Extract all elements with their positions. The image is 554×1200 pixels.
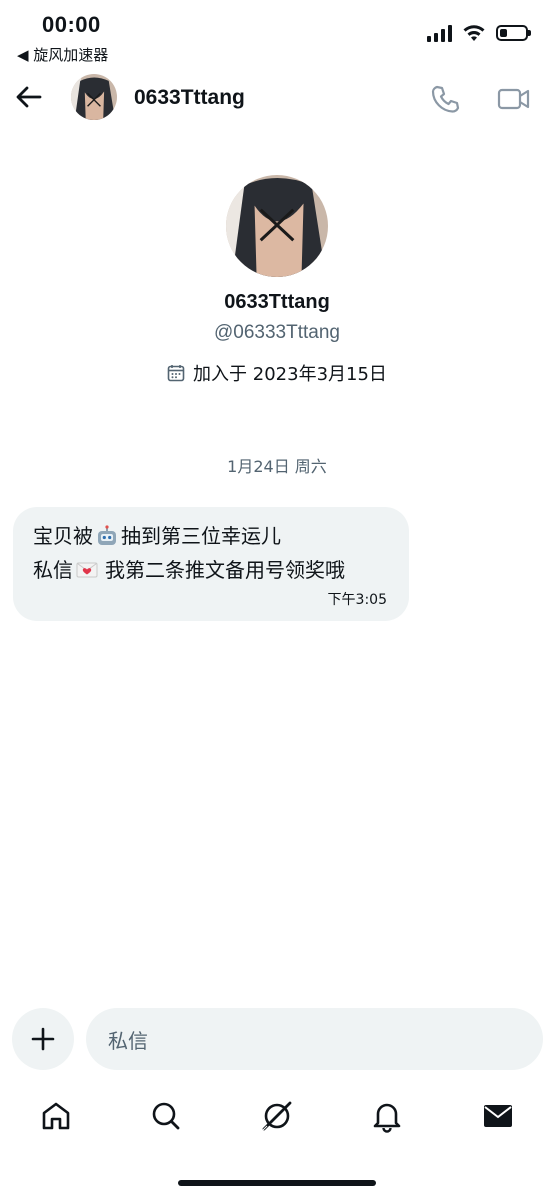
wifi-icon <box>463 25 485 41</box>
cellular-signal-icon <box>427 24 452 42</box>
message-line-1: 宝贝被 抽到第三位幸运儿 <box>33 519 409 553</box>
home-icon <box>42 1102 70 1130</box>
message-bubble[interactable]: 宝贝被 抽到第三位幸运儿 私信 我第二条推文备用号领奖哦 下午3:05 <box>13 507 409 621</box>
messages-icon <box>484 1105 512 1127</box>
message-text: 抽到第三位幸运儿 <box>121 524 281 548</box>
bottom-nav <box>0 1092 554 1142</box>
search-icon <box>152 1102 180 1130</box>
love-letter-emoji-icon <box>76 562 98 578</box>
profile-summary: 0633Tttang @06333Tttang 加入于 2023年3月15日 <box>0 175 554 386</box>
nav-search[interactable] <box>146 1096 186 1136</box>
conversation-header: 0633Tttang <box>0 72 554 126</box>
plus-icon <box>31 1027 55 1051</box>
message-input[interactable]: 私信 <box>86 1008 543 1070</box>
message-text: 宝贝被 <box>33 524 93 548</box>
date-separator: 1月24日 周六 <box>227 457 327 476</box>
profile-avatar[interactable] <box>226 175 328 277</box>
status-indicators <box>427 24 531 42</box>
header-username[interactable]: 0633Tttang <box>134 86 245 110</box>
battery-icon <box>496 25 531 41</box>
message-line-2: 私信 我第二条推文备用号领奖哦 <box>33 553 409 587</box>
calendar-icon <box>167 365 185 382</box>
message-text: 私信 <box>33 558 73 582</box>
profile-name: 0633Tttang <box>224 291 330 313</box>
message-timestamp: 下午3:05 <box>327 592 387 608</box>
phone-icon[interactable] <box>428 82 462 116</box>
add-media-button[interactable] <box>12 1008 74 1070</box>
grok-icon <box>261 1101 292 1132</box>
back-to-app-link[interactable]: ◀ 旋风加速器 <box>17 44 108 65</box>
status-time: 00:00 <box>42 12 101 37</box>
status-bar: 00:00 ◀ 旋风加速器 <box>0 0 554 66</box>
video-call-icon[interactable] <box>496 82 532 116</box>
back-arrow-icon[interactable] <box>12 80 46 114</box>
profile-handle: @06333Tttang <box>214 322 340 343</box>
battery-level <box>500 29 507 37</box>
nav-grok[interactable] <box>257 1096 297 1136</box>
nav-notifications[interactable] <box>367 1096 407 1136</box>
nav-home[interactable] <box>36 1096 76 1136</box>
nav-messages[interactable] <box>478 1096 518 1136</box>
robot-emoji-icon <box>98 525 116 545</box>
message-text: 我第二条推文备用号领奖哦 <box>105 558 345 582</box>
message-input-placeholder: 私信 <box>108 1028 148 1053</box>
notifications-icon <box>373 1103 401 1133</box>
joined-date: 加入于 2023年3月15日 <box>0 360 554 386</box>
joined-date-text: 加入于 2023年3月15日 <box>193 364 387 385</box>
profile-photo <box>226 175 328 277</box>
avatar-photo <box>71 74 117 120</box>
home-indicator[interactable] <box>178 1180 376 1186</box>
avatar[interactable] <box>71 74 117 120</box>
